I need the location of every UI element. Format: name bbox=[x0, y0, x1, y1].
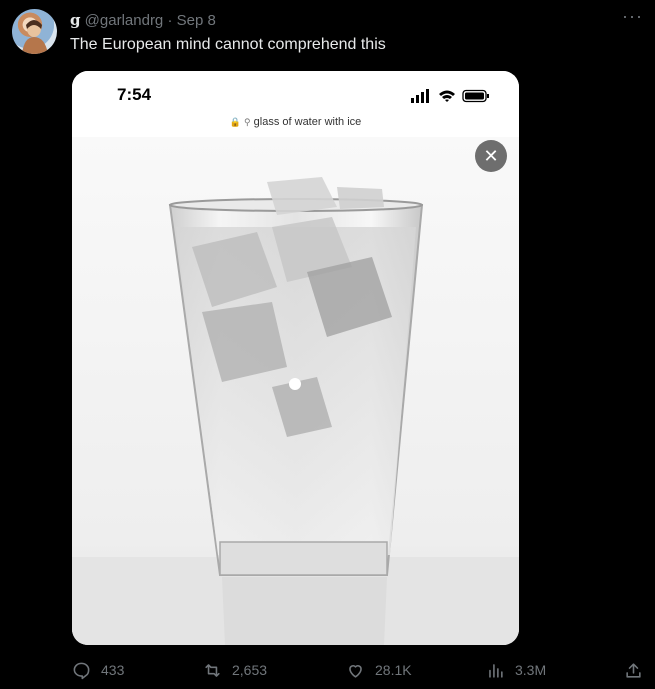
views-chart-icon bbox=[489, 663, 503, 678]
address-bar-text: glass of water with ice bbox=[253, 116, 362, 128]
views-button[interactable]: 3.3M bbox=[486, 658, 546, 682]
tweet-media[interactable]: 7:54 🔒 ⚲ glass of water with ice ✕ bbox=[72, 71, 519, 645]
glass-illustration bbox=[72, 177, 519, 645]
status-icons bbox=[411, 89, 489, 103]
heart-icon bbox=[349, 664, 362, 678]
retweet-icon bbox=[205, 663, 220, 677]
glass-of-water-image bbox=[72, 137, 519, 645]
retweet-count: 2,653 bbox=[232, 661, 268, 678]
like-button[interactable]: 28.1K bbox=[346, 658, 412, 682]
share-icon bbox=[626, 662, 641, 678]
separator-dot: · bbox=[167, 12, 173, 29]
retweet-button[interactable]: 2,653 bbox=[203, 658, 267, 682]
reply-icon bbox=[73, 662, 90, 679]
like-count: 28.1K bbox=[375, 661, 412, 678]
phone-time: 7:54 bbox=[117, 85, 152, 104]
display-name[interactable]: g bbox=[70, 11, 81, 29]
reply-count: 433 bbox=[101, 661, 125, 678]
avatar-image bbox=[22, 20, 48, 54]
more-horizontal-icon[interactable]: ··· bbox=[622, 6, 643, 27]
reply-button[interactable]: 433 bbox=[72, 658, 124, 682]
share-button[interactable] bbox=[624, 658, 653, 682]
close-icon[interactable]: ✕ bbox=[475, 140, 507, 172]
tweet-header: g @garlandrg · Sep 8 bbox=[70, 10, 216, 31]
user-handle[interactable]: @garlandrg bbox=[85, 12, 164, 29]
views-count: 3.3M bbox=[515, 661, 547, 678]
tweet-date[interactable]: Sep 8 bbox=[177, 12, 216, 29]
address-bar: 🔒 ⚲ glass of water with ice bbox=[72, 111, 519, 138]
search-icon: ⚲ bbox=[244, 117, 251, 127]
tweet-actions: 433 2,653 28.1K 3.3M bbox=[0, 658, 655, 682]
lock-icon: 🔒 bbox=[229, 117, 241, 127]
tweet-text: The European mind cannot comprehend this bbox=[70, 36, 386, 53]
avatar[interactable] bbox=[12, 9, 57, 54]
